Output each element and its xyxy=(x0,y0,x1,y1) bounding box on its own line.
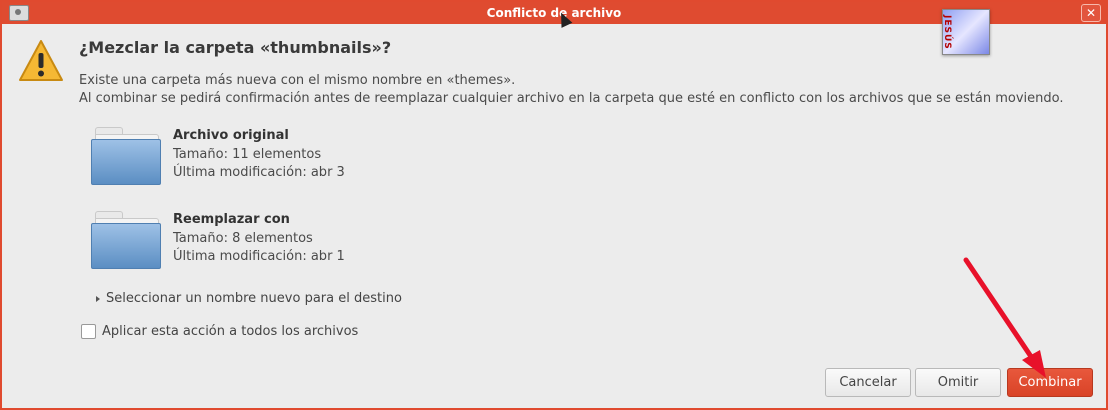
apply-all-label: Aplicar esta acción a todos los archivos xyxy=(102,324,359,339)
title-bar[interactable]: Conflicto de archivo ✕ xyxy=(2,2,1106,24)
rename-expander[interactable]: Seleccionar un nombre nuevo para el dest… xyxy=(96,291,402,306)
apply-all-row[interactable]: Aplicar esta acción a todos los archivos xyxy=(81,324,358,339)
dialog-heading: ¿Mezclar la carpeta «thumbnails»? xyxy=(79,38,392,57)
cancel-button[interactable]: Cancelar xyxy=(825,368,911,397)
replacement-info: Tamaño: 8 elementos Última modificación:… xyxy=(173,230,345,266)
original-folder-icon xyxy=(91,127,161,185)
rename-expander-label: Seleccionar un nombre nuevo para el dest… xyxy=(106,291,402,306)
dialog-window: Conflicto de archivo ✕ JESÚS ¿Mezclar la… xyxy=(0,0,1108,410)
original-title: Archivo original xyxy=(173,128,289,143)
replacement-title: Reemplazar con xyxy=(173,212,290,227)
expander-arrow-icon xyxy=(96,295,100,302)
window-title: Conflicto de archivo xyxy=(486,6,622,20)
description-line-2: Al combinar se pedirá confirmación antes… xyxy=(79,91,1064,106)
original-modified: Última modificación: abr 3 xyxy=(173,165,345,180)
warning-icon xyxy=(19,40,63,81)
close-button[interactable]: ✕ xyxy=(1081,4,1101,22)
replacement-folder-icon xyxy=(91,211,161,269)
replacement-size: Tamaño: 8 elementos xyxy=(173,231,313,246)
dialog-description: Existe una carpeta más nueva con el mism… xyxy=(79,72,1063,108)
user-badge-icon: JESÚS xyxy=(942,9,990,55)
badge-text: JESÚS xyxy=(942,15,952,50)
apply-all-checkbox[interactable] xyxy=(81,324,96,339)
original-info: Tamaño: 11 elementos Última modificación… xyxy=(173,146,345,182)
original-size: Tamaño: 11 elementos xyxy=(173,147,322,162)
description-line-1: Existe una carpeta más nueva con el mism… xyxy=(79,73,516,88)
annotation-arrow-icon xyxy=(963,257,1046,378)
replacement-modified: Última modificación: abr 1 xyxy=(173,249,345,264)
